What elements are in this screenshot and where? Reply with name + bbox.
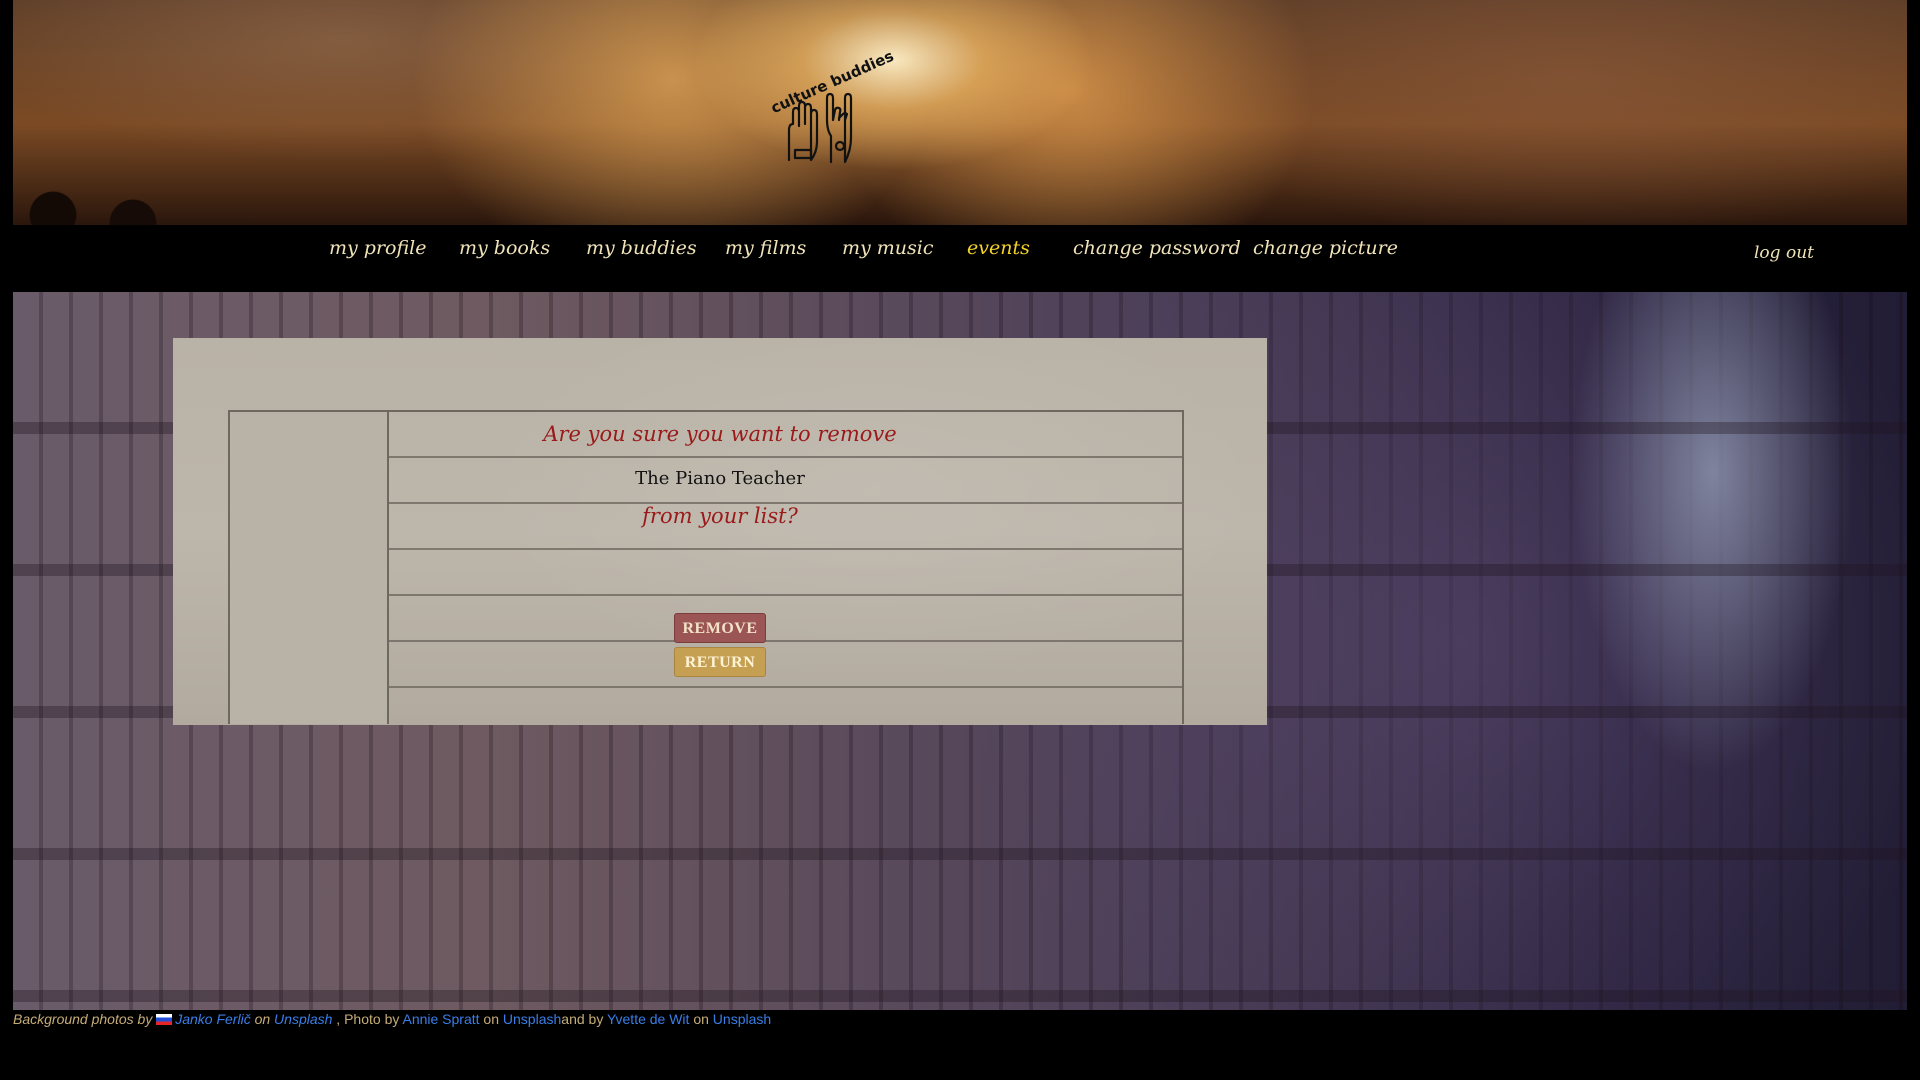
photo-credits: Background photos by Janko Ferlič on Uns… <box>13 1011 771 1027</box>
card-margin-area <box>230 412 387 724</box>
nav-my-profile[interactable]: my profile <box>329 237 426 259</box>
credit-link-unsplash-2[interactable]: Unsplash <box>503 1011 561 1027</box>
nav-events[interactable]: events <box>967 237 1030 259</box>
nav-change-picture[interactable]: change picture <box>1253 237 1398 259</box>
credit-link-unsplash-1[interactable]: Unsplash <box>274 1011 332 1027</box>
hands-icon <box>787 92 853 164</box>
credits-on: on <box>689 1011 713 1027</box>
nav-my-music[interactable]: my music <box>842 237 934 259</box>
item-title: The Piano Teacher <box>635 468 805 489</box>
confirm-question: Are you sure you want to remove <box>543 422 897 446</box>
credits-prefix: Background photos by <box>13 1011 157 1027</box>
nav-my-buddies[interactable]: my buddies <box>586 237 697 259</box>
remove-button[interactable]: REMOVE <box>674 613 766 643</box>
credit-link-janko-ferlic[interactable]: Janko Ferlič <box>175 1011 250 1027</box>
credits-separator: , Photo by <box>332 1011 403 1027</box>
main-navbar: my profile my books my buddies my films … <box>13 225 1907 292</box>
credits-on: on <box>250 1011 275 1027</box>
nav-my-books[interactable]: my books <box>459 237 550 259</box>
nav-my-films[interactable]: my films <box>725 237 806 259</box>
return-button[interactable]: RETURN <box>674 647 766 677</box>
credit-link-unsplash-3[interactable]: Unsplash <box>713 1011 771 1027</box>
site-logo[interactable]: culture buddies <box>763 47 896 175</box>
credit-link-yvette-de-wit[interactable]: Yvette de Wit <box>607 1011 689 1027</box>
card-margin-line <box>387 412 389 724</box>
credits-on: on <box>479 1011 503 1027</box>
confirm-question-end: from your list? <box>642 504 798 528</box>
remove-confirm-dialog: Are you sure you want to remove The Pian… <box>173 338 1267 725</box>
credits-and: and by <box>561 1011 607 1027</box>
header-banner: culture buddies <box>13 0 1907 225</box>
nav-change-password[interactable]: change password <box>1073 237 1241 259</box>
slovenia-flag-icon <box>156 1014 173 1025</box>
logout-link[interactable]: log out <box>1754 243 1814 263</box>
concert-crowd-image <box>13 145 1907 225</box>
credit-link-annie-spratt[interactable]: Annie Spratt <box>402 1011 479 1027</box>
